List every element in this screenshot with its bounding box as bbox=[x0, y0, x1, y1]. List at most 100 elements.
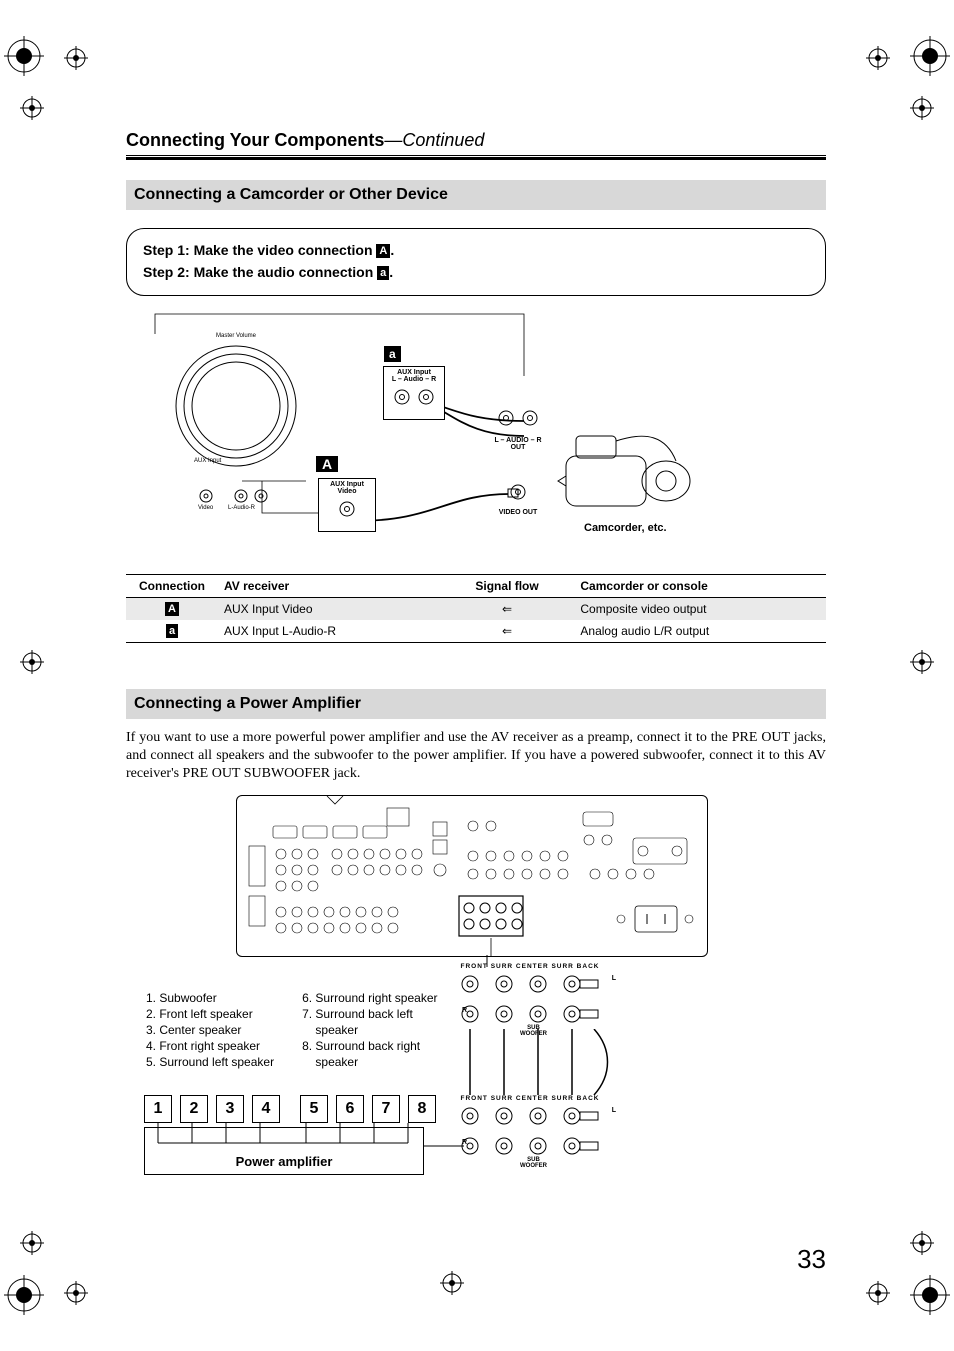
cam-audio-jacks: L – AUDIO – R OUT bbox=[488, 406, 548, 451]
list-item: 5. Surround left speaker bbox=[146, 1054, 274, 1070]
step2-suffix: . bbox=[389, 264, 393, 280]
reg-mark-icon bbox=[910, 1231, 934, 1255]
reg-mark-icon bbox=[64, 46, 88, 70]
aux-video-title: AUX Input bbox=[319, 481, 375, 488]
preout-zoom-bottom: FRONT SURR CENTER SURR BACK L R SUB WOO bbox=[452, 1095, 608, 1173]
rule-thick bbox=[126, 157, 826, 160]
crop-mark-icon bbox=[4, 36, 44, 76]
num-box: 8 bbox=[408, 1095, 436, 1123]
num-box: 4 bbox=[252, 1095, 280, 1123]
power-amplifier-label: Power amplifier bbox=[236, 1154, 333, 1169]
speaker-legend: 1. Subwoofer 2. Front left speaker 3. Ce… bbox=[146, 990, 438, 1070]
rule bbox=[126, 155, 826, 156]
tag-a-upper: A bbox=[376, 244, 390, 258]
row-src: Analog audio L/R output bbox=[574, 620, 826, 643]
aux-audio-title: AUX Input bbox=[384, 369, 444, 376]
num-box: 2 bbox=[180, 1095, 208, 1123]
connection-table: Connection AV receiver Signal flow Camco… bbox=[126, 574, 826, 643]
aux-audio-lr: L – Audio – R bbox=[384, 376, 444, 383]
num-box: 7 bbox=[372, 1095, 400, 1123]
row-rx: AUX Input L-Audio-R bbox=[218, 620, 440, 643]
row-flow: ⇐ bbox=[440, 598, 575, 621]
th-source: Camcorder or console bbox=[574, 575, 826, 598]
rca-pair-icon bbox=[384, 383, 444, 409]
title-suffix: —Continued bbox=[384, 130, 484, 150]
list-item: 1. Subwoofer bbox=[146, 990, 274, 1006]
camcorder-icon bbox=[556, 426, 716, 526]
zoom-link-line-icon bbox=[486, 955, 488, 967]
steps-box: Step 1: Make the video connection A. Ste… bbox=[126, 228, 826, 296]
ampin-sub: SUB WOOFER bbox=[520, 1157, 547, 1169]
reg-mark-icon bbox=[440, 1271, 464, 1295]
list-item: speaker bbox=[302, 1054, 437, 1070]
title-bold: Connecting Your Components bbox=[126, 130, 384, 150]
list-item: 3. Center speaker bbox=[146, 1022, 274, 1038]
diagram-tag-a-lower: a bbox=[384, 346, 401, 364]
step1-text: Step 1: Make the video connection bbox=[143, 242, 376, 258]
step1-suffix: . bbox=[390, 242, 394, 258]
rca-pair-icon bbox=[488, 406, 548, 432]
crop-mark-icon bbox=[4, 1275, 44, 1315]
list-item: 2. Front left speaker bbox=[146, 1006, 274, 1022]
cable-bundle-icon bbox=[452, 1029, 622, 1099]
camcorder-diagram: Master Volume AUX Input Video L-Audio-R … bbox=[126, 306, 826, 566]
cam-audio-label: L – AUDIO – R OUT bbox=[488, 437, 548, 451]
row-rx: AUX Input Video bbox=[218, 598, 440, 621]
tag-a-lower: a bbox=[377, 266, 389, 280]
th-flow: Signal flow bbox=[440, 575, 575, 598]
list-item: 6. Surround right speaker bbox=[302, 990, 437, 1006]
step2-text: Step 2: Make the audio connection bbox=[143, 264, 377, 280]
row-flow: ⇐ bbox=[440, 620, 575, 643]
cam-video-label: VIDEO OUT bbox=[496, 509, 540, 516]
reg-mark-icon bbox=[20, 96, 44, 120]
amplifier-diagram: FRONT SURR CENTER SURR BACK L R bbox=[126, 795, 826, 1205]
page-content: Connecting Your Components—Continued Con… bbox=[126, 130, 826, 1205]
aux-audio-box: AUX Input L – Audio – R bbox=[383, 366, 445, 420]
amplifier-paragraph: If you want to use a more powerful power… bbox=[126, 729, 826, 783]
page-number: 33 bbox=[797, 1244, 826, 1275]
crop-mark-icon bbox=[910, 1275, 950, 1315]
list-item: speaker bbox=[302, 1022, 437, 1038]
th-receiver: AV receiver bbox=[218, 575, 440, 598]
section-bar-camcorder: Connecting a Camcorder or Other Device bbox=[126, 180, 826, 210]
num-box: 1 bbox=[144, 1095, 172, 1123]
rca-single-icon bbox=[496, 482, 540, 504]
power-amplifier-box: Power amplifier bbox=[144, 1127, 424, 1175]
speaker-col-left: 1. Subwoofer 2. Front left speaker 3. Ce… bbox=[146, 990, 274, 1070]
preout-l: L bbox=[612, 975, 616, 982]
pa-link-line-icon bbox=[424, 1145, 464, 1147]
reg-mark-icon bbox=[64, 1281, 88, 1305]
page-title: Connecting Your Components—Continued bbox=[126, 130, 826, 151]
list-item: 7. Surround back left bbox=[302, 1006, 437, 1022]
table-row: a AUX Input L-Audio-R ⇐ Analog audio L/R… bbox=[126, 620, 826, 643]
reg-mark-icon bbox=[20, 1231, 44, 1255]
num-box: 3 bbox=[216, 1095, 244, 1123]
reg-mark-icon bbox=[910, 650, 934, 674]
reg-mark-icon bbox=[866, 46, 890, 70]
crop-mark-icon bbox=[910, 36, 950, 76]
row-tag: a bbox=[166, 624, 178, 638]
step-2: Step 2: Make the audio connection a. bbox=[143, 261, 809, 283]
ampin-l: L bbox=[612, 1107, 616, 1114]
reg-mark-icon bbox=[20, 650, 44, 674]
row-tag: A bbox=[165, 602, 179, 616]
th-connection: Connection bbox=[126, 575, 218, 598]
cam-video-jack: VIDEO OUT bbox=[496, 482, 540, 516]
diagram-tag-a-upper: A bbox=[316, 456, 338, 475]
num-box: 5 bbox=[300, 1095, 328, 1123]
receiver-back-panel-icon bbox=[236, 795, 708, 957]
preout-top-labels: FRONT SURR CENTER SURR BACK bbox=[452, 963, 608, 970]
table-row: A AUX Input Video ⇐ Composite video outp… bbox=[126, 598, 826, 621]
step-1: Step 1: Make the video connection A. bbox=[143, 239, 809, 261]
ampin-top-labels: FRONT SURR CENTER SURR BACK bbox=[452, 1095, 608, 1102]
aux-video-sub: Video bbox=[319, 488, 375, 495]
speaker-number-boxes: 1 2 3 4 5 6 7 8 bbox=[144, 1095, 436, 1123]
row-src: Composite video output bbox=[574, 598, 826, 621]
reg-mark-icon bbox=[910, 96, 934, 120]
reg-mark-icon bbox=[866, 1281, 890, 1305]
rca-single-icon bbox=[319, 495, 375, 521]
list-item: 8. Surround back right bbox=[302, 1038, 437, 1054]
aux-video-box: AUX Input Video bbox=[318, 478, 376, 532]
preout-r: R bbox=[462, 1007, 467, 1014]
section-bar-amplifier: Connecting a Power Amplifier bbox=[126, 689, 826, 719]
